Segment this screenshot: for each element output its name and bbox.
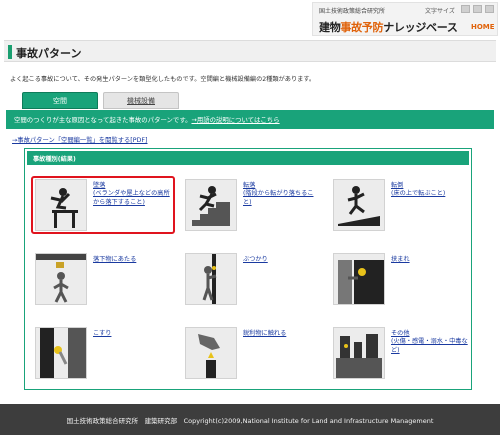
page-title-bar: 事故パターン: [4, 40, 496, 62]
font-size-label: 文字サイズ: [425, 8, 455, 15]
accident-type-other[interactable]: その他 (火傷・感電・溺水・中毒など): [333, 327, 471, 385]
pdf-list-link[interactable]: →事故パターン「空間編一覧」を閲覧する[PDF]: [12, 135, 148, 144]
caught-in-door-icon[interactable]: [333, 253, 385, 305]
font-size-small-button[interactable]: [461, 5, 470, 13]
accident-type-label[interactable]: こすり: [93, 330, 171, 338]
site-title[interactable]: 建物事故予防ナレッジベース: [319, 19, 458, 35]
home-link[interactable]: HOME: [471, 23, 495, 31]
accident-type-label[interactable]: 転倒 (床の上で転ぶこと): [391, 182, 469, 199]
site-title-accent: 事故予防: [340, 21, 384, 34]
accident-types-header-label: 事故種別(結果): [33, 156, 76, 163]
sharp-object-icon[interactable]: [185, 327, 237, 379]
tab-mechanical-equipment[interactable]: 機械設備: [103, 92, 179, 109]
intro-text: よく起こる事故について、その発生パターンを類型化したものです。空間編と機械設備編…: [10, 76, 316, 83]
tab-description-text: 空間のつくりが主な原因となって起きた事故のパターンです。: [14, 116, 192, 124]
accident-type-sharp-object[interactable]: 鋭利物に触れる: [185, 327, 323, 385]
accident-type-label[interactable]: ぶつかり: [243, 256, 321, 264]
glossary-link[interactable]: →用語の説明についてはこちら: [191, 116, 279, 124]
tab-description: 空間のつくりが主な原因となって起きた事故のパターンです。→用語の説明についてはこ…: [14, 115, 280, 124]
font-size-medium-button[interactable]: [473, 5, 482, 13]
copyright-text: 国土技術政策総合研究所 建築研究部 Copyright(c)2009,Natio…: [66, 417, 434, 425]
tab-description-band: 空間のつくりが主な原因となって起きた事故のパターンです。→用語の説明についてはこ…: [6, 110, 494, 129]
accident-type-label[interactable]: 鋭利物に触れる: [243, 330, 321, 338]
falling-object-icon[interactable]: [35, 253, 87, 305]
accident-type-slip-fall[interactable]: 転倒 (床の上で転ぶこと): [333, 179, 471, 237]
collision-icon[interactable]: [185, 253, 237, 305]
fall-down-stairs-icon[interactable]: [185, 179, 237, 231]
accident-type-falling-object[interactable]: 落下物にあたる: [35, 253, 173, 311]
site-brand: 国土技術政策総合研究所 文字サイズ 建物事故予防ナレッジベース HOME: [312, 2, 498, 36]
accident-type-label[interactable]: 転落 (階段から転がり落ちること): [243, 182, 321, 207]
title-marker: [8, 45, 12, 59]
slip-fall-icon[interactable]: [333, 179, 385, 231]
selected-item-highlight: [31, 176, 175, 234]
accident-type-fall-down-stairs[interactable]: 転落 (階段から転がり落ちること): [185, 179, 323, 237]
page-title: 事故パターン: [16, 47, 82, 60]
other-hazards-icon[interactable]: [333, 327, 385, 379]
accident-type-collision[interactable]: ぶつかり: [185, 253, 323, 311]
tab-space[interactable]: 空間: [22, 92, 98, 109]
site-title-prefix: 建物: [319, 21, 341, 34]
org-name: 国土技術政策総合研究所: [319, 8, 386, 15]
site-title-suffix: ナレッジベース: [383, 21, 458, 34]
footer: 国土技術政策総合研究所 建築研究部 Copyright(c)2009,Natio…: [0, 404, 500, 435]
accident-type-scrape[interactable]: こすり: [35, 327, 173, 385]
accident-type-label[interactable]: その他 (火傷・感電・溺水・中毒など): [391, 330, 469, 355]
top-bar: 国土技術政策総合研究所 文字サイズ 建物事故予防ナレッジベース HOME: [0, 0, 500, 38]
accident-type-caught-in[interactable]: 挟まれ: [333, 253, 471, 311]
scrape-icon[interactable]: [35, 327, 87, 379]
accident-types-header: 事故種別(結果): [27, 151, 469, 165]
accident-type-label[interactable]: 挟まれ: [391, 256, 469, 264]
accident-type-label[interactable]: 落下物にあたる: [93, 256, 171, 264]
font-size-large-button[interactable]: [485, 5, 494, 13]
